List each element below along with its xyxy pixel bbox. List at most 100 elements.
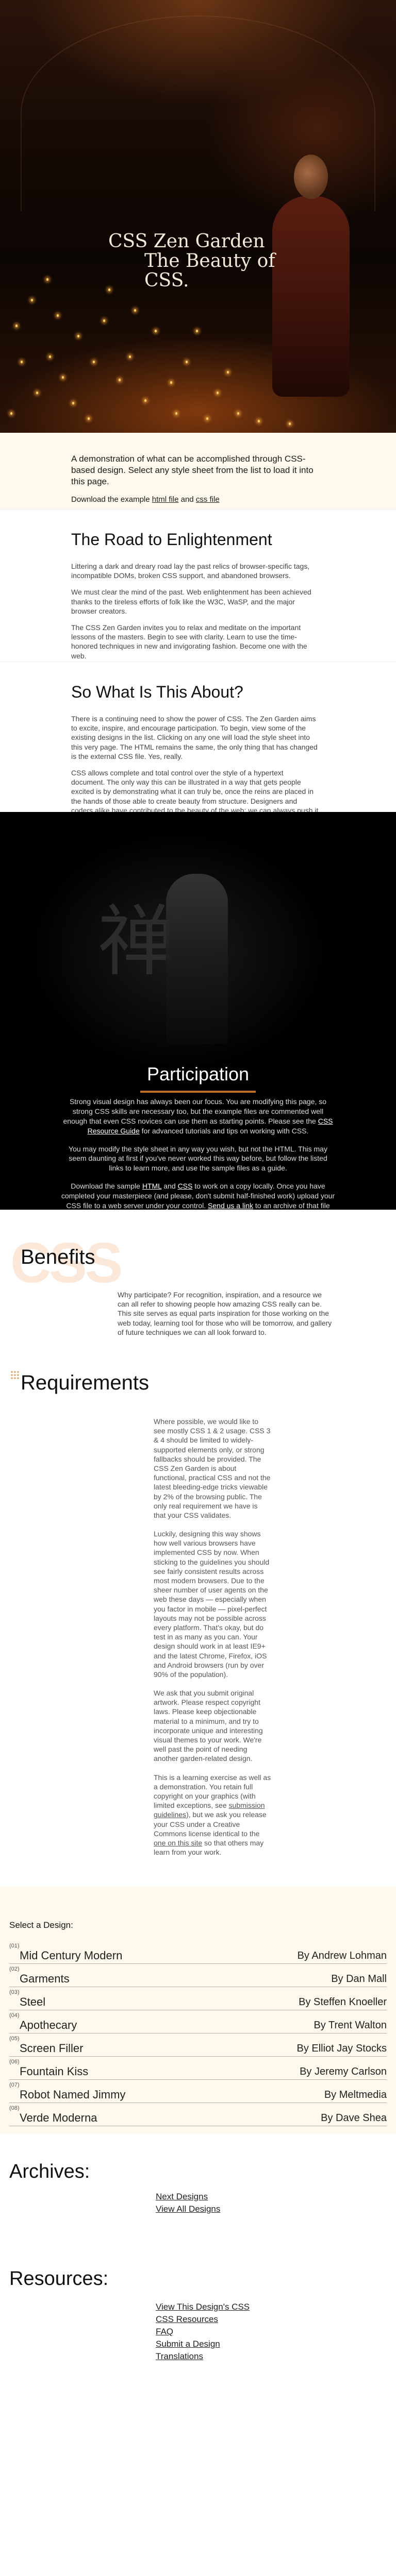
license-link[interactable]: one on this site [154, 1839, 202, 1847]
css-resources-link[interactable]: CSS Resources [156, 2314, 218, 2324]
faq-link[interactable]: FAQ [156, 2327, 173, 2336]
candle-flame [170, 381, 172, 384]
requirements-section: Requirements Where possible, we would li… [0, 1351, 396, 1887]
design-row: (02) Garments By Dan Mall [9, 1964, 387, 1987]
design-row: (05) Screen Filler By Elliot Jay Stocks [9, 2033, 387, 2057]
benefits-title: Benefits [21, 1246, 95, 1268]
candle-flame [57, 314, 59, 317]
design-name-link[interactable]: Fountain Kiss [20, 2065, 88, 2078]
next-designs-link[interactable]: Next Designs [156, 2192, 208, 2201]
sample-css-link[interactable]: CSS [178, 1182, 193, 1190]
p1-text-end: for advanced tutorials and tips on worki… [139, 1126, 309, 1135]
road-to-enlightenment-section: The Road to Enlightenment Littering a da… [0, 509, 396, 662]
site-title-line1: CSS Zen Garden [108, 231, 265, 252]
design-name-link[interactable]: Steel [20, 1995, 45, 2009]
road-paragraph: We must clear the mind of the past. Web … [71, 588, 311, 615]
benefits-section: CSS Benefits Why participate? For recogn… [0, 1210, 396, 1351]
list-item: View All Designs [156, 2203, 220, 2215]
p1-text: Strong visual design has always been our… [63, 1097, 327, 1125]
design-number: (01) [9, 1943, 20, 1949]
hero-banner: CSS Zen Garden The Beauty of CSS. [0, 0, 396, 433]
and-text: and [178, 495, 196, 504]
design-row: (01) Mid Century Modern By Andrew Lohman [9, 1941, 387, 1964]
requirements-title: Requirements [21, 1371, 150, 1394]
participation-section: 禅 Participation Strong visual design has… [0, 812, 396, 1229]
candle-flame [72, 402, 74, 404]
design-name-link[interactable]: Garments [20, 1972, 70, 1986]
about-paragraph: There is a continuing need to show the p… [71, 715, 318, 760]
monk-silhouette-image [166, 874, 228, 1044]
candle-flame [155, 330, 157, 332]
candle-flame [237, 412, 239, 415]
candle-flame [134, 309, 136, 312]
candle-flame [21, 361, 23, 363]
p3-text: Download the sample [71, 1182, 142, 1191]
candle-flame [10, 412, 12, 415]
resources-title: Resources: [9, 2268, 109, 2290]
about-section: So What Is This About? There is a contin… [0, 662, 396, 824]
design-number: (03) [9, 1989, 20, 1995]
candle-flame [31, 299, 33, 301]
site-title: CSS Zen Garden The Beauty of CSS. [108, 232, 325, 290]
benefits-text: Why participate? For recognition, inspir… [118, 1291, 332, 1336]
design-author-link[interactable]: By Elliot Jay Stocks [296, 2043, 387, 2055]
list-item: CSS Resources [156, 2313, 250, 2326]
dot-pattern-icon [10, 1370, 20, 1380]
participation-paragraph: You may modify the style sheet in any wa… [69, 1144, 327, 1173]
view-all-designs-link[interactable]: View All Designs [156, 2204, 220, 2214]
requirements-body: Where possible, we would like to see mos… [154, 1417, 271, 1866]
monk-robe [272, 196, 350, 397]
design-name-link[interactable]: Verde Moderna [20, 2111, 97, 2125]
design-list-heading: Select a Design: [9, 1920, 73, 1930]
design-name-link[interactable]: Mid Century Modern [20, 1949, 122, 1962]
candle-flame [217, 392, 219, 394]
download-line: Download the example html file and css f… [71, 495, 314, 505]
design-name-link[interactable]: Robot Named Jimmy [20, 2088, 125, 2102]
design-author-link[interactable]: By Meltmedia [324, 2089, 387, 2101]
design-name-link[interactable]: Apothecary [20, 2019, 77, 2032]
download-prefix: Download the example [71, 495, 152, 504]
view-css-link[interactable]: View This Design's CSS [156, 2302, 250, 2312]
candle-flame [62, 376, 64, 379]
road-title: The Road to Enlightenment [71, 530, 272, 549]
html-file-link[interactable]: html file [152, 495, 179, 504]
candle-flame [206, 417, 208, 420]
sample-html-link[interactable]: HTML [142, 1182, 162, 1190]
design-number: (07) [9, 2082, 20, 2088]
candle-flame [119, 379, 121, 381]
translations-link[interactable]: Translations [156, 2351, 203, 2361]
design-row: (03) Steel By Steffen Knoeller [9, 1987, 387, 2010]
archives-links: Next Designs View All Designs [156, 2191, 220, 2215]
p3-and: and [161, 1182, 178, 1191]
design-number: (04) [9, 2012, 20, 2019]
list-item: Submit a Design [156, 2338, 250, 2350]
resources-links: View This Design's CSS CSS Resources FAQ… [156, 2301, 250, 2363]
candle-flame [36, 392, 38, 394]
submit-design-link[interactable]: Submit a Design [156, 2339, 220, 2349]
design-author-link[interactable]: By Andrew Lohman [298, 1950, 387, 1962]
design-author-link[interactable]: By Dan Mall [331, 1973, 387, 1985]
send-link-link[interactable]: Send us a link [208, 1201, 253, 1210]
design-number: (06) [9, 2059, 20, 2065]
road-paragraph: Littering a dark and dreary road lay the… [71, 562, 310, 580]
candle-flame [93, 361, 95, 363]
requirements-paragraph: This is a learning exercise as well as a… [154, 1773, 271, 1857]
candle-flame [49, 355, 51, 358]
intro-summary: A demonstration of what can be accomplis… [0, 433, 396, 509]
design-name-link[interactable]: Screen Filler [20, 2042, 83, 2055]
candle-flame [46, 278, 48, 281]
design-row: (04) Apothecary By Trent Walton [9, 2010, 387, 2033]
list-item: View This Design's CSS [156, 2301, 250, 2313]
design-list: (01) Mid Century Modern By Andrew Lohman (0… [9, 1941, 387, 2126]
design-author-link[interactable]: By Jeremy Carlson [300, 2066, 387, 2078]
requirements-paragraph: Where possible, we would like to see mos… [154, 1417, 271, 1519]
site-tagline: The Beauty of CSS. [144, 250, 275, 291]
monk-head [294, 155, 328, 199]
design-author-link[interactable]: By Steffen Knoeller [299, 1996, 387, 2008]
css-file-link[interactable]: css file [196, 495, 220, 504]
about-title: So What Is This About? [71, 683, 243, 701]
design-author-link[interactable]: By Dave Shea [321, 2112, 387, 2124]
design-number: (08) [9, 2105, 20, 2111]
zen-glyph: 禅 [98, 897, 176, 987]
design-author-link[interactable]: By Trent Walton [314, 2020, 387, 2031]
